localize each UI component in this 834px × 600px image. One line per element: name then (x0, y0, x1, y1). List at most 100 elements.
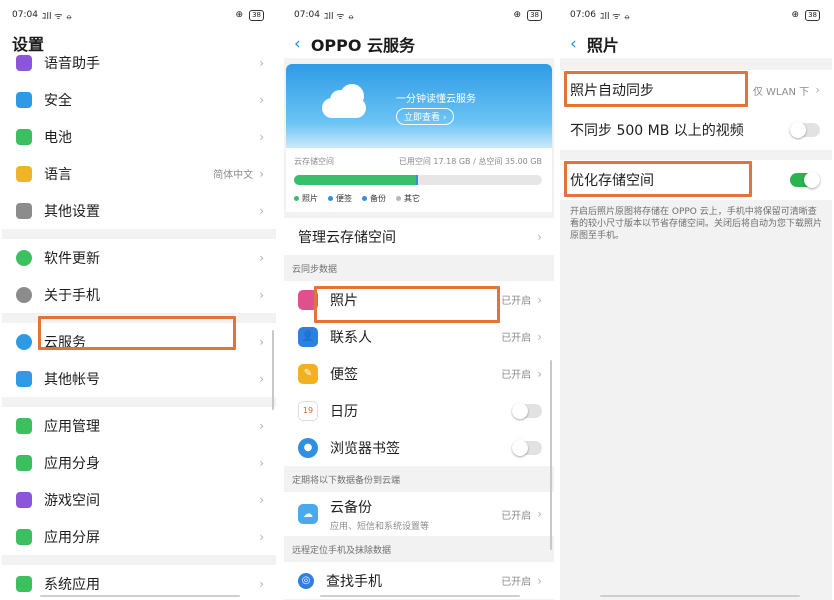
legend-label: 其它 (404, 194, 420, 203)
scrollbar[interactable] (550, 360, 552, 550)
cloud-backup-status: 已开启 (501, 510, 532, 522)
chevron-right-icon: › (815, 83, 820, 97)
backup-section-header: 定期将以下数据备份到云端 (284, 466, 554, 492)
photos-icon (298, 289, 318, 310)
cloud-backup-row[interactable]: ☁ 云备份 应用、短信和系统设置等 已开启 › (284, 492, 554, 536)
settings-list: 语音助手 › 安全 › 电池 › 语言 简体中文 › 其他设置 › 软件更新 › 关于手机 › 云服务 › 其他帐… (2, 44, 276, 600)
banner-text: 一分钟读懂云服务 (396, 94, 476, 105)
battery-icon: 38 (805, 9, 820, 21)
chevron-right-icon: › (537, 292, 542, 307)
gear-icon (16, 202, 32, 219)
page-title: 照片 (586, 36, 619, 55)
find-section-header: 远程定位手机及抹除数据 (284, 536, 554, 562)
legend-label: 照片 (302, 194, 318, 203)
sync-item-contacts[interactable]: 👤 联系人 已开启 › (284, 318, 554, 355)
sync-list: 照片 已开启 › 👤 联系人 已开启 › ✎ 便签 已开启 › 19 日历 ● 浏览器书签 (284, 281, 554, 466)
chevron-right-icon: › (259, 334, 264, 349)
chevron-right-icon: › (537, 229, 542, 244)
scrollbar[interactable] (272, 330, 274, 410)
legend-item: 照片 (294, 193, 318, 204)
storage-bar (294, 175, 542, 185)
legend-item: 便签 (328, 193, 352, 204)
sync-item-label: 便签 (330, 366, 358, 383)
chevron-right-icon: › (537, 507, 542, 521)
game-icon (16, 491, 32, 508)
alarm-icon: ⊕ (513, 10, 522, 20)
settings-item-other-accounts[interactable]: 其他帐号 › (2, 360, 276, 397)
status-time: 07:04 (294, 10, 320, 20)
chevron-right-icon: › (537, 329, 542, 344)
chevron-right-icon: › (259, 455, 264, 470)
manage-storage-row[interactable]: 管理云存储空间 › (284, 218, 554, 255)
settings-item-label: 应用分屏 (44, 529, 100, 546)
sync-item-toggle[interactable] (512, 402, 542, 419)
signal-icon: ﾕll ᯤ ⦵ (323, 11, 355, 22)
sync-item-label: 联系人 (330, 329, 372, 346)
auto-sync-row[interactable]: 照片自动同步 仅 WLAN 下 › (560, 70, 832, 110)
status-bar: 07:04 ﾕll ᯤ ⦵ ⊕ 38 (2, 0, 276, 30)
banner-button[interactable]: 立即查看 › (396, 108, 455, 125)
settings-item-label: 云服务 (44, 334, 86, 351)
settings-item-game-space[interactable]: 游戏空间 › (2, 481, 276, 518)
optimize-storage-row[interactable]: 优化存储空间 (560, 160, 832, 200)
signal-icon: ﾕll ᯤ ⦵ (599, 11, 631, 22)
chevron-right-icon: › (259, 529, 264, 544)
settings-item-language[interactable]: 语言 简体中文 › (2, 155, 276, 192)
contacts-icon: 👤 (298, 326, 318, 347)
sync-item-toggle[interactable] (512, 439, 542, 456)
sync-item-calendar[interactable]: 19 日历 (284, 392, 554, 429)
settings-item-value: 简体中文 (213, 170, 254, 181)
optimize-storage-toggle[interactable] (790, 172, 820, 188)
backup-cloud-icon: ☁ (298, 504, 318, 524)
settings-item-label: 其他设置 (44, 203, 100, 220)
person-icon (16, 370, 32, 387)
back-icon[interactable]: ‹ (294, 35, 301, 53)
chevron-right-icon: › (259, 129, 264, 144)
find-phone-row[interactable]: ◎ 查找手机 已开启 › (284, 562, 554, 599)
sync-item-status: 已开启 (501, 333, 532, 344)
sync-item-notes[interactable]: ✎ 便签 已开启 › (284, 355, 554, 392)
chevron-right-icon: › (259, 418, 264, 433)
clone-icon (16, 454, 32, 471)
sync-item-label: 日历 (330, 403, 358, 420)
settings-item-software-update[interactable]: 软件更新 › (2, 239, 276, 276)
sync-item-status: 已开启 (501, 296, 532, 307)
nav-bar-left (40, 595, 240, 597)
photos-screen: 07:06 ﾕll ᯤ ⦵ ⊕ 38 ‹ 照片 照片自动同步 仅 WLAN 下 … (560, 0, 832, 600)
settings-item-security[interactable]: 安全 › (2, 81, 276, 118)
skip-large-video-row[interactable]: 不同步 500 MB 以上的视频 (560, 110, 832, 150)
settings-item-label: 软件更新 (44, 250, 100, 267)
settings-item-cloud-service[interactable]: 云服务 › (2, 323, 276, 360)
skip-large-video-toggle[interactable] (790, 122, 820, 138)
chevron-right-icon: › (259, 203, 264, 218)
chevron-right-icon: › (259, 492, 264, 507)
optimize-storage-label: 优化存储空间 (570, 173, 654, 189)
sync-item-bookmarks[interactable]: ● 浏览器书签 (284, 429, 554, 466)
alarm-icon: ⊕ (235, 10, 244, 20)
sync-section-header: 云同步数据 (284, 255, 554, 281)
settings-item-app-management[interactable]: 应用管理 › (2, 407, 276, 444)
sync-item-photos[interactable]: 照片 已开启 › (284, 281, 554, 318)
settings-item-voice-assistant[interactable]: 语音助手 › (2, 44, 276, 81)
settings-item-label: 游戏空间 (44, 492, 100, 509)
settings-item-label: 系统应用 (44, 576, 100, 593)
settings-item-app-clone[interactable]: 应用分身 › (2, 444, 276, 481)
settings-item-split-screen[interactable]: 应用分屏 › (2, 518, 276, 555)
settings-group: 软件更新 › 关于手机 › (2, 239, 276, 313)
optimize-description: 开启后照片原图将存储在 OPPO 云上，手机中将保留可清晰查看的较小尺寸版本以节… (560, 200, 832, 242)
settings-item-other-settings[interactable]: 其他设置 › (2, 192, 276, 229)
settings-item-battery[interactable]: 电池 › (2, 118, 276, 155)
settings-item-label: 电池 (44, 129, 72, 146)
chevron-right-icon: › (259, 576, 264, 591)
back-icon[interactable]: ‹ (570, 35, 577, 53)
page-title: OPPO 云服务 (310, 36, 416, 55)
cloud-icon (316, 84, 372, 118)
language-icon (16, 165, 32, 182)
promo-banner[interactable]: 一分钟读懂云服务 立即查看 › (286, 64, 552, 148)
settings-item-label: 关于手机 (44, 287, 100, 304)
battery-icon (16, 128, 32, 145)
settings-item-about-phone[interactable]: 关于手机 › (2, 276, 276, 313)
storage-legend: 照片 便签 备份 其它 (294, 193, 542, 204)
find-phone-status: 已开启 (501, 577, 532, 588)
auto-sync-value: 仅 WLAN 下 (752, 86, 810, 98)
